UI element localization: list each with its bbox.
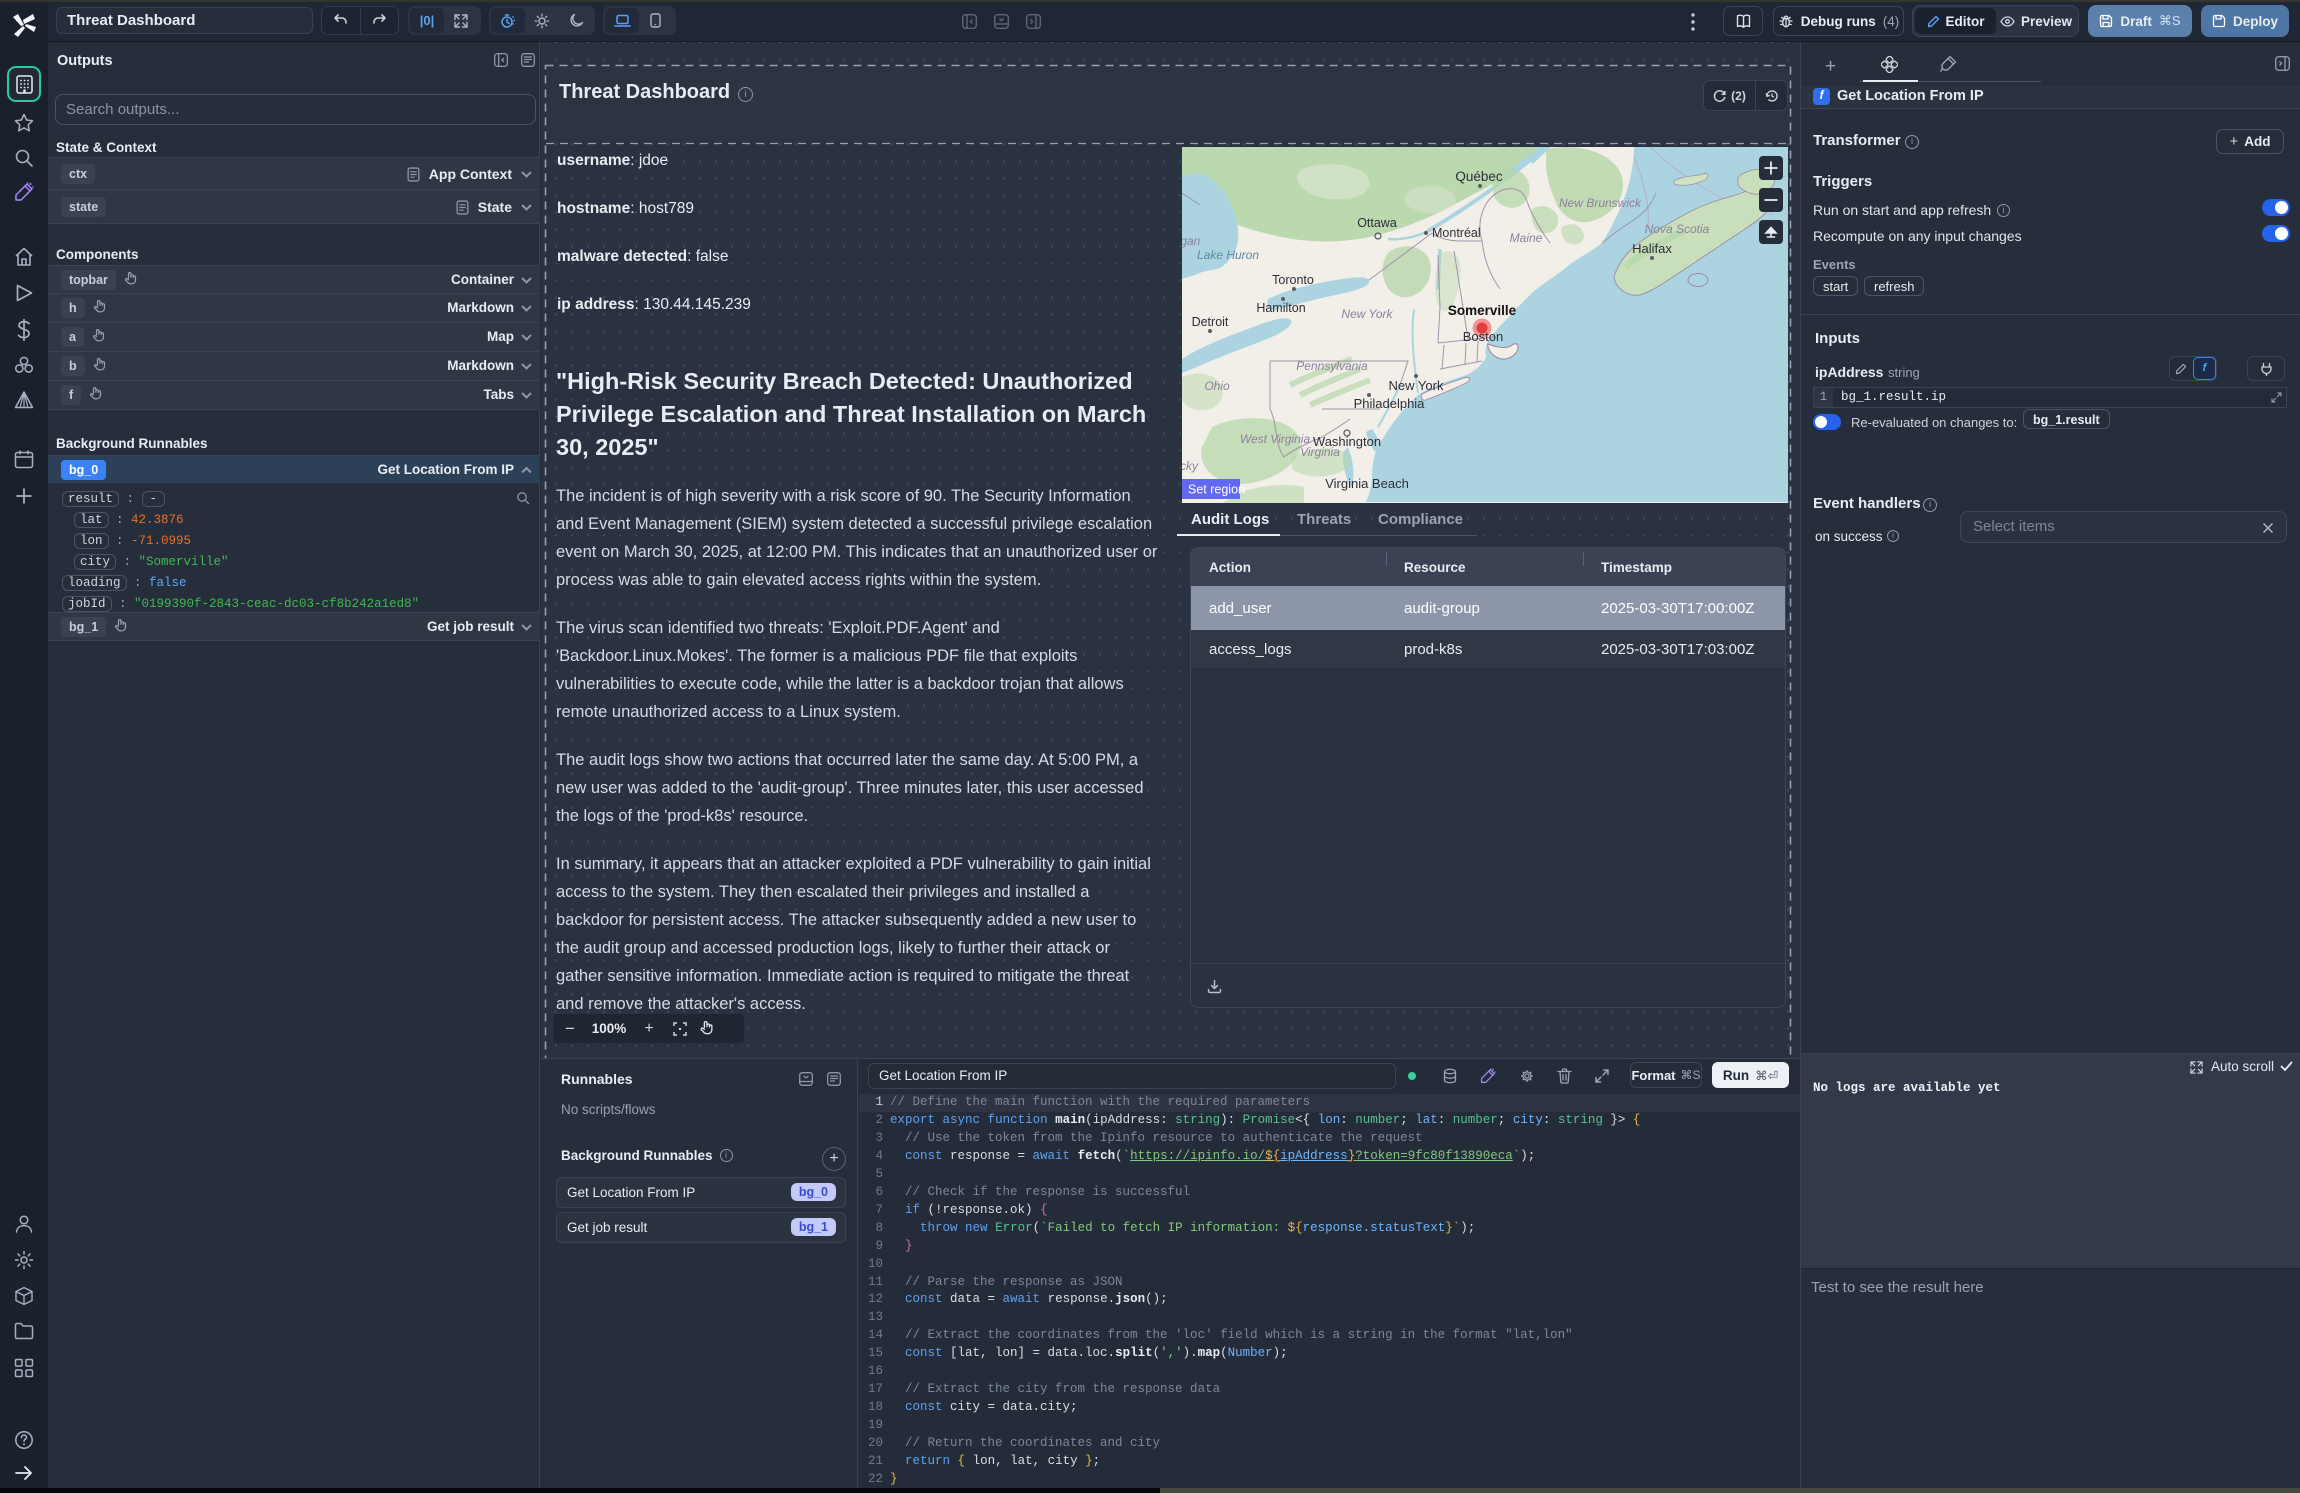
svg-text:Québec: Québec <box>1455 169 1503 184</box>
svg-text:cky: cky <box>1182 459 1199 473</box>
svg-text:New York: New York <box>1389 378 1444 393</box>
svg-text:New York: New York <box>1341 307 1393 321</box>
svg-text:Maine: Maine <box>1510 231 1543 245</box>
svg-text:Halifax: Halifax <box>1632 241 1672 256</box>
svg-text:Detroit: Detroit <box>1192 315 1229 329</box>
svg-text:Nova Scotia: Nova Scotia <box>1645 222 1710 236</box>
svg-text:Toronto: Toronto <box>1272 273 1314 287</box>
svg-text:Set region: Set region <box>1188 483 1245 497</box>
svg-text:New Brunswick: New Brunswick <box>1559 196 1642 210</box>
svg-text:Ohio: Ohio <box>1204 379 1230 393</box>
svg-text:West Virginia: West Virginia <box>1240 432 1311 446</box>
svg-text:Pennsylvania: Pennsylvania <box>1296 359 1368 373</box>
svg-text:Ottawa: Ottawa <box>1357 216 1397 230</box>
svg-text:Virginia: Virginia <box>1300 445 1340 459</box>
svg-text:Lake Huron: Lake Huron <box>1197 248 1259 262</box>
svg-text:Somerville: Somerville <box>1448 303 1517 318</box>
svg-text:Hamilton: Hamilton <box>1256 301 1305 315</box>
svg-text:Montréal: Montréal <box>1432 226 1481 240</box>
svg-text:Philadelphia: Philadelphia <box>1354 396 1426 411</box>
svg-text:Virginia Beach: Virginia Beach <box>1325 476 1409 491</box>
svg-text:Boston: Boston <box>1463 329 1503 344</box>
svg-text:igan: igan <box>1182 234 1201 248</box>
